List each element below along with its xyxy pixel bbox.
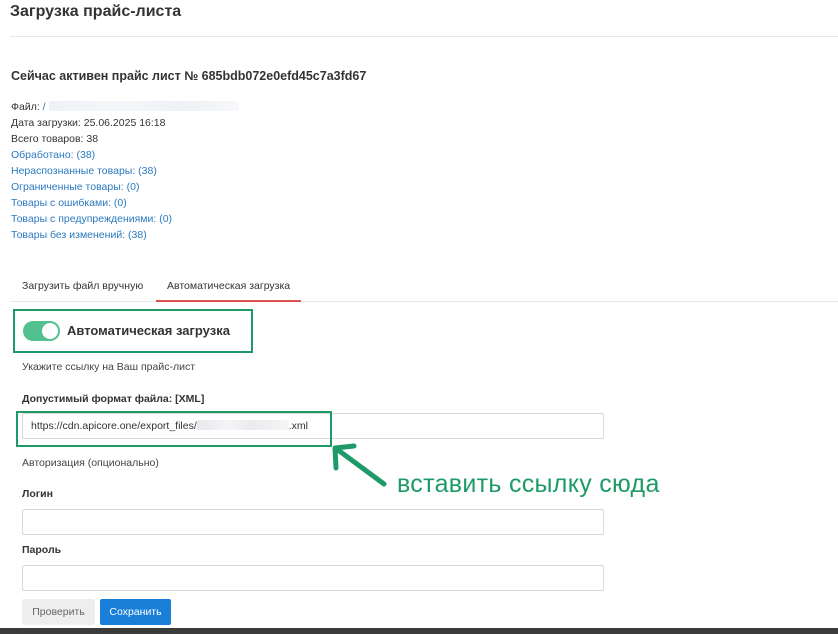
restricted-link[interactable]: Ограниченные товары: (0) [11,179,239,195]
upload-tabs: Загрузить файл вручную Автоматическая за… [10,270,838,302]
upload-date: Дата загрузки: 25.06.2025 16:18 [11,117,166,129]
save-button[interactable]: Сохранить [100,599,171,625]
file-row: Файл: / [11,99,239,115]
file-label: Файл: [11,101,40,113]
password-input[interactable] [22,565,604,591]
page-title: Загрузка прайс-листа [10,3,182,20]
login-label: Логин [22,488,53,500]
unrecognized-link[interactable]: Нераспознанные товары: (38) [11,163,239,179]
check-button[interactable]: Проверить [22,599,95,625]
title-divider [10,36,838,37]
auth-label: Авторизация (опционально) [22,457,159,469]
tab-auto-upload[interactable]: Автоматическая загрузка [156,270,302,302]
unchanged-link[interactable]: Товары без изменений: (38) [11,227,239,243]
url-hint: Укажите ссылку на Ваш прайс-лист [22,361,196,373]
file-name-blurred [48,101,239,111]
toggle-knob [42,323,58,339]
file-format-label: Допустимый формат файла: [XML] [22,393,205,405]
active-pricelist-title: Сейчас активен прайс лист № 685bdb072e0e… [11,69,367,83]
total-items: Всего товаров: 38 [11,133,99,145]
annotation-arrow-icon [332,443,387,487]
url-input-highlight [16,411,332,447]
pricelist-info: Файл: / Дата загрузки: 25.06.2025 16:18 … [11,99,239,243]
bottom-bar [0,628,838,634]
errors-link[interactable]: Товары с ошибками: (0) [11,195,239,211]
processed-link[interactable]: Обработано: (38) [11,147,239,163]
auto-upload-toggle-label: Автоматическая загрузка [67,323,230,338]
tab-manual-upload[interactable]: Загрузить файл вручную [22,270,143,302]
password-label: Пароль [22,544,62,556]
auto-upload-toggle-highlight: Автоматическая загрузка [13,309,253,353]
warnings-link[interactable]: Товары с предупреждениями: (0) [11,211,239,227]
file-link[interactable]: / [43,101,46,113]
auto-upload-toggle[interactable] [23,321,60,341]
login-input[interactable] [22,509,604,535]
annotation-text: вставить ссылку сюда [397,470,660,498]
